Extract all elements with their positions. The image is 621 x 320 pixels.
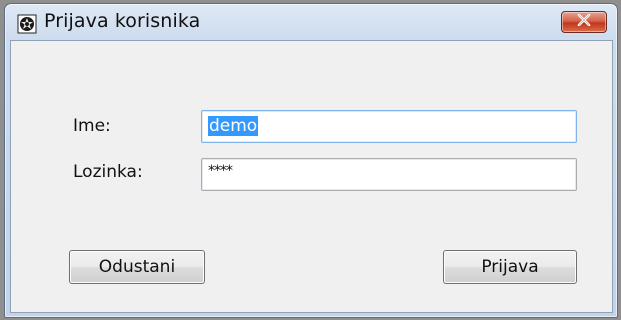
window-title: Prijava korisnika (44, 10, 201, 32)
password-value: **** (208, 163, 233, 179)
title-bar[interactable]: Prijava korisnika (5, 4, 617, 40)
password-label: Lozinka: (73, 162, 143, 182)
login-button[interactable]: Prijava (443, 250, 577, 284)
password-input[interactable]: **** (201, 158, 577, 191)
close-button[interactable] (561, 11, 607, 33)
cancel-button[interactable]: Odustani (69, 250, 205, 284)
login-button-label: Prijava (481, 257, 539, 277)
app-icon (17, 14, 37, 34)
username-label: Ime: (73, 116, 111, 136)
cancel-button-label: Odustani (98, 257, 176, 277)
dialog-body: Ime: demo Lozinka: **** Odustani Prijava (10, 40, 613, 313)
username-value: demo (208, 116, 259, 136)
close-icon (577, 13, 591, 31)
username-input[interactable]: demo (201, 110, 577, 143)
login-dialog: Prijava korisnika Ime: demo Lozinka: ***… (4, 3, 618, 318)
